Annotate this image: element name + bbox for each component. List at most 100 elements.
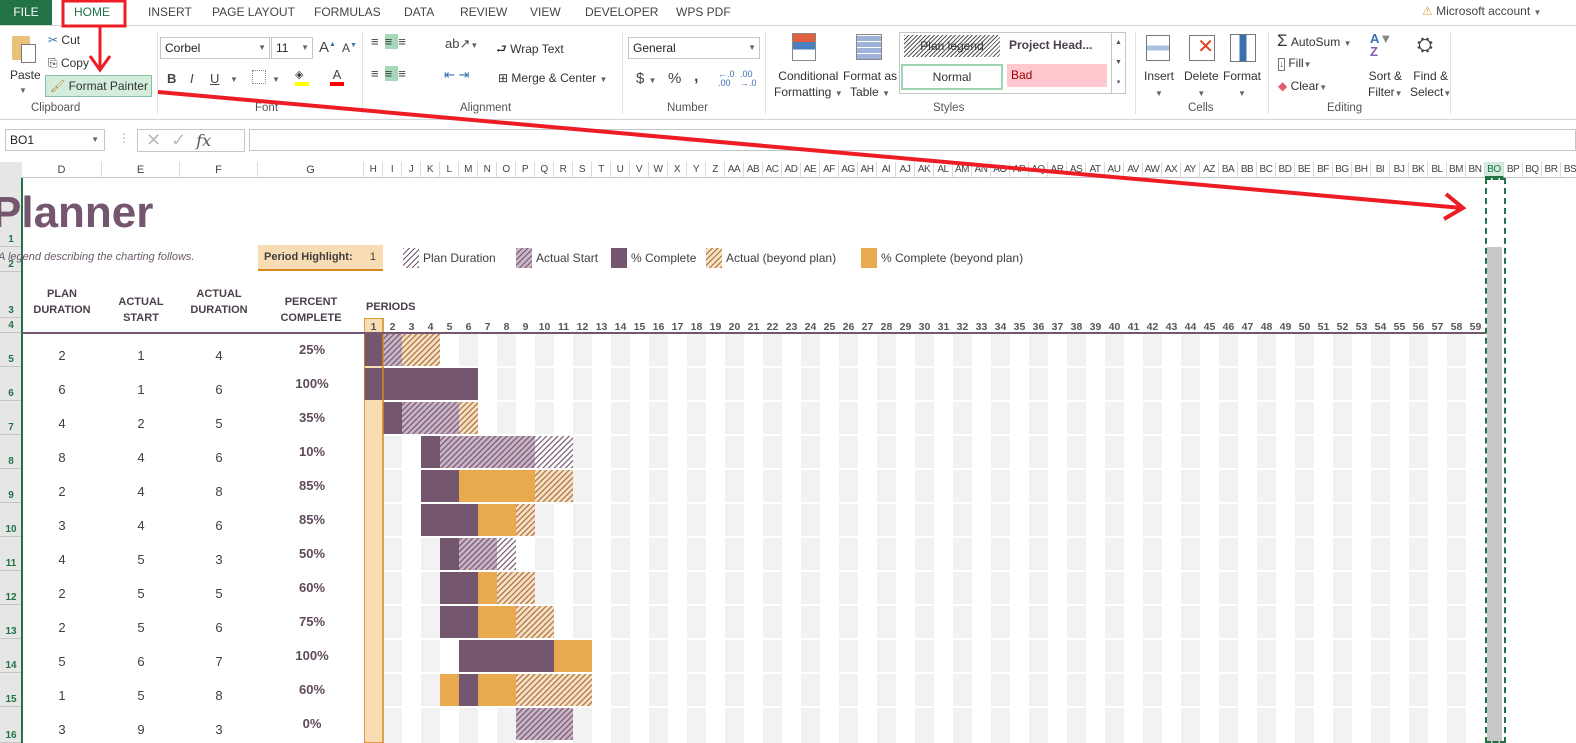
increase-decimal-icon[interactable]: ←.0.00 xyxy=(718,70,735,88)
row-header-6[interactable]: 6 xyxy=(0,367,22,401)
row-header-7[interactable]: 7 xyxy=(0,401,22,435)
row-header-5[interactable]: 5 xyxy=(0,333,22,367)
column-header-P[interactable]: P xyxy=(516,162,535,178)
row-header-8[interactable]: 8 xyxy=(0,435,22,469)
row-header-10[interactable]: 10 xyxy=(0,503,22,537)
italic-button[interactable]: I xyxy=(190,71,194,86)
cell-percent[interactable]: 100% xyxy=(272,376,352,391)
column-header-BO[interactable]: BO xyxy=(1485,162,1504,178)
name-box[interactable]: BO1 ▼ xyxy=(5,129,105,151)
autosum-button[interactable]: Σ AutoSum ▼ xyxy=(1277,31,1351,51)
tab-file[interactable]: FILE xyxy=(0,0,52,25)
cell-dur[interactable]: 3 xyxy=(189,722,249,737)
column-header-N[interactable]: N xyxy=(478,162,497,178)
column-header-S[interactable]: S xyxy=(573,162,592,178)
column-header-BG[interactable]: BG xyxy=(1333,162,1352,178)
column-header-AS[interactable]: AS xyxy=(1067,162,1086,178)
column-header-BP[interactable]: BP xyxy=(1504,162,1523,178)
decrease-font-icon[interactable]: A▼ xyxy=(342,41,357,55)
column-header-BK[interactable]: BK xyxy=(1409,162,1428,178)
cell-plan[interactable]: 5 xyxy=(32,654,92,669)
column-header-Y[interactable]: Y xyxy=(687,162,706,178)
cell-percent[interactable]: 60% xyxy=(272,580,352,595)
cell-start[interactable]: 4 xyxy=(111,518,171,533)
cell-start[interactable]: 5 xyxy=(111,552,171,567)
row-header-14[interactable]: 14 xyxy=(0,639,22,673)
cell-dur[interactable]: 5 xyxy=(189,416,249,431)
cell-start[interactable]: 4 xyxy=(111,450,171,465)
column-header-O[interactable]: O xyxy=(497,162,516,178)
column-header-K[interactable]: K xyxy=(421,162,440,178)
column-header-BL[interactable]: BL xyxy=(1428,162,1447,178)
column-header-Z[interactable]: Z xyxy=(706,162,725,178)
column-header-AP[interactable]: AP xyxy=(1010,162,1029,178)
bold-button[interactable]: B xyxy=(167,71,176,86)
cell-plan[interactable]: 2 xyxy=(32,586,92,601)
clear-button[interactable]: ◆ Clear▼ xyxy=(1278,79,1327,93)
format-painter-button[interactable]: 🖌 Format Painter xyxy=(45,75,152,97)
style-bad[interactable]: Bad xyxy=(1007,64,1107,87)
wrap-text-button[interactable]: ⮐ Wrap Text xyxy=(496,40,564,61)
column-header-AY[interactable]: AY xyxy=(1181,162,1200,178)
font-color-icon[interactable]: A xyxy=(330,67,344,86)
indent-icons[interactable]: ⇤ ⇥ xyxy=(444,67,469,83)
formula-input[interactable] xyxy=(249,129,1576,151)
column-header-AH[interactable]: AH xyxy=(858,162,877,178)
column-header-BN[interactable]: BN xyxy=(1466,162,1485,178)
column-header-Q[interactable]: Q xyxy=(535,162,554,178)
paste-button[interactable]: Paste xyxy=(10,68,41,82)
cell-percent[interactable]: 10% xyxy=(272,444,352,459)
increase-font-icon[interactable]: A▲ xyxy=(319,39,336,56)
cell-start[interactable]: 5 xyxy=(111,620,171,635)
column-header-W[interactable]: W xyxy=(649,162,668,178)
cell-percent[interactable]: 100% xyxy=(272,648,352,663)
column-header-BB[interactable]: BB xyxy=(1238,162,1257,178)
select-all-corner[interactable] xyxy=(0,162,22,178)
column-header-BJ[interactable]: BJ xyxy=(1390,162,1409,178)
cell-dur[interactable]: 8 xyxy=(189,688,249,703)
borders-icon[interactable] xyxy=(252,70,266,84)
column-header-AB[interactable]: AB xyxy=(744,162,763,178)
column-header-F[interactable]: F xyxy=(180,162,258,178)
cell-percent[interactable]: 85% xyxy=(272,478,352,493)
cell-start[interactable]: 1 xyxy=(111,382,171,397)
column-header-BC[interactable]: BC xyxy=(1257,162,1276,178)
column-header-AR[interactable]: AR xyxy=(1048,162,1067,178)
column-header-AD[interactable]: AD xyxy=(782,162,801,178)
styles-scroll[interactable]: ▲ ▼ ▾ xyxy=(1111,33,1125,93)
column-header-AQ[interactable]: AQ xyxy=(1029,162,1048,178)
column-header-BI[interactable]: BI xyxy=(1371,162,1390,178)
cancel-icon[interactable]: ✕ xyxy=(146,130,161,150)
tab-wps-pdf[interactable]: WPS PDF xyxy=(668,0,739,25)
cell-dur[interactable]: 6 xyxy=(189,518,249,533)
cell-plan[interactable]: 3 xyxy=(32,518,92,533)
column-header-AL[interactable]: AL xyxy=(934,162,953,178)
column-header-R[interactable]: R xyxy=(554,162,573,178)
cell-plan[interactable]: 4 xyxy=(32,416,92,431)
row-header-9[interactable]: 9 xyxy=(0,469,22,503)
tab-view[interactable]: VIEW xyxy=(522,0,569,25)
cell-plan[interactable]: 3 xyxy=(32,722,92,737)
cell-percent[interactable]: 25% xyxy=(272,342,352,357)
cell-start[interactable]: 5 xyxy=(111,586,171,601)
column-header-J[interactable]: J xyxy=(402,162,421,178)
sort-filter-button[interactable]: Sort & Filter▼ xyxy=(1368,68,1403,102)
enter-icon[interactable]: ✓ xyxy=(171,130,186,150)
borders-dropdown-icon[interactable]: ▼ xyxy=(272,75,280,84)
column-header-D[interactable]: D xyxy=(22,162,102,178)
cut-button[interactable]: ✂ Cut xyxy=(48,33,80,47)
row-header-3[interactable]: 3 xyxy=(0,272,22,318)
vertical-align-icons[interactable]: ≡≡≡ xyxy=(371,34,412,49)
column-header-G[interactable]: G xyxy=(258,162,364,178)
cell-plan[interactable]: 2 xyxy=(32,348,92,363)
column-header-BF[interactable]: BF xyxy=(1314,162,1333,178)
column-header-M[interactable]: M xyxy=(459,162,478,178)
merge-center-button[interactable]: ⊞ Merge & Center ▼ xyxy=(498,71,607,85)
cell-plan[interactable]: 2 xyxy=(32,620,92,635)
cell-plan[interactable]: 2 xyxy=(32,484,92,499)
column-header-X[interactable]: X xyxy=(668,162,687,178)
underline-button[interactable]: U xyxy=(210,71,219,86)
cell-percent[interactable]: 60% xyxy=(272,682,352,697)
row-header-11[interactable]: 11 xyxy=(0,537,22,571)
column-header-AW[interactable]: AW xyxy=(1143,162,1162,178)
